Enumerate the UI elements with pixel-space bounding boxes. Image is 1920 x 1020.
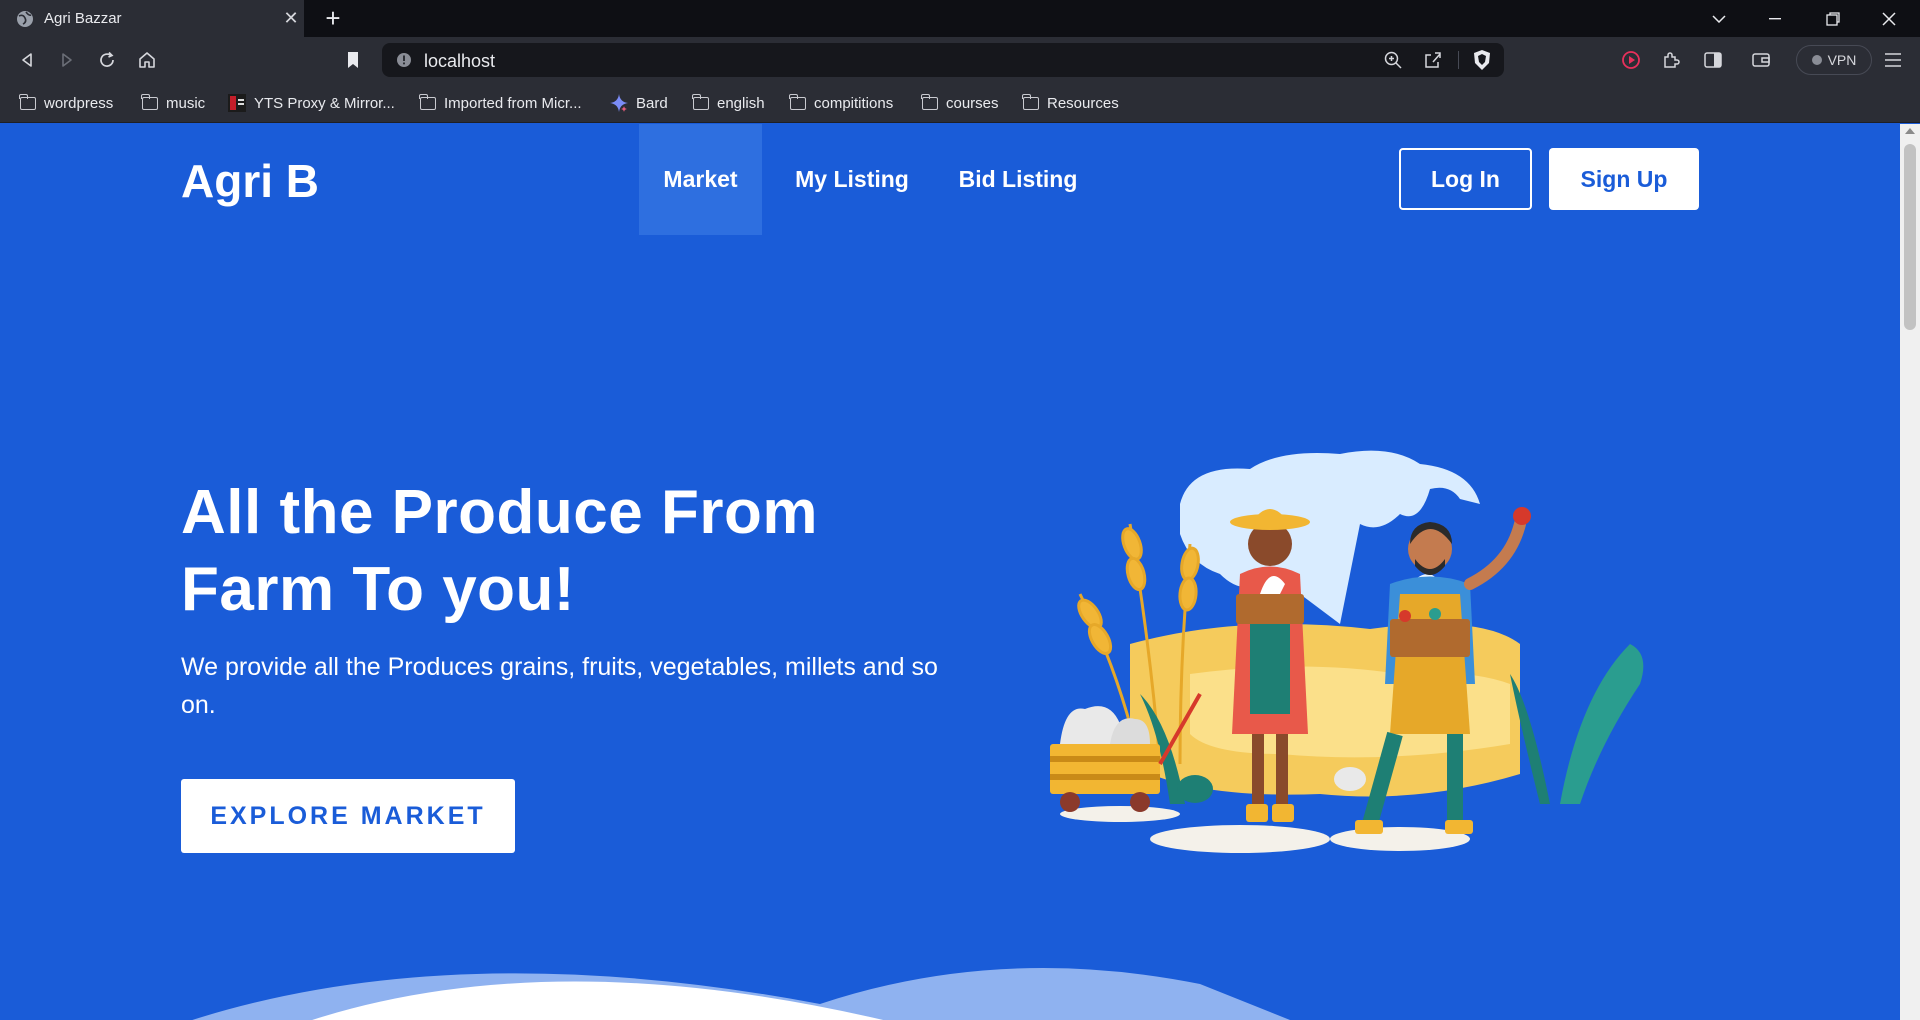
home-icon[interactable] — [134, 47, 160, 73]
farmers-illustration — [1050, 450, 1644, 853]
brave-rewards-icon[interactable] — [1618, 47, 1644, 73]
back-icon[interactable] — [14, 47, 40, 73]
bookmark-label: Resources — [1047, 94, 1119, 112]
bookmark-imported[interactable]: Imported from Micr... — [419, 92, 582, 114]
tab-title: Agri Bazzar — [44, 10, 122, 27]
bookmark-icon[interactable] — [340, 47, 366, 73]
bard-sparkle-icon — [610, 94, 628, 112]
zoom-icon[interactable] — [1384, 51, 1402, 69]
nav-bid-listing[interactable]: Bid Listing — [948, 124, 1088, 235]
explore-market-button[interactable]: EXPLORE MARKET — [181, 779, 515, 853]
browser-tab-strip: Agri Bazzar ✕ + — [0, 0, 1920, 37]
bookmark-music[interactable]: music — [141, 92, 206, 114]
vpn-button[interactable]: VPN — [1796, 45, 1872, 75]
browser-toolbar: localhost VPN — [0, 37, 1920, 83]
bookmark-label: music — [166, 94, 206, 112]
sidebar-icon[interactable] — [1700, 47, 1726, 73]
new-tab-button[interactable]: + — [320, 5, 346, 31]
folder-icon — [419, 93, 436, 110]
wallet-icon[interactable] — [1748, 47, 1774, 73]
bookmark-compititions[interactable]: compititions — [789, 92, 894, 114]
vertical-scrollbar[interactable] — [1900, 124, 1920, 1020]
page-viewport: Agri B Market My Listing Bid Listing Log… — [0, 124, 1900, 1020]
site-logo[interactable]: Agri B — [181, 154, 319, 208]
close-tab-icon[interactable]: ✕ — [282, 8, 300, 28]
bookmark-label: Imported from Micr... — [444, 94, 582, 112]
bookmark-label: courses — [946, 94, 999, 112]
nav-my-listing[interactable]: My Listing — [782, 124, 922, 235]
bookmarks-bar: wordpress music YTS Proxy & Mirror... Im… — [0, 83, 1920, 123]
folder-icon — [692, 93, 709, 110]
folder-icon — [1022, 93, 1039, 110]
forward-icon[interactable] — [54, 47, 80, 73]
folder-icon — [141, 93, 158, 110]
minimize-button[interactable] — [1752, 0, 1798, 37]
reload-icon[interactable] — [94, 47, 120, 73]
bookmark-label: YTS Proxy & Mirror... — [254, 94, 395, 112]
bookmark-label: english — [717, 94, 765, 112]
menu-icon[interactable] — [1880, 47, 1906, 73]
scrollbar-thumb[interactable] — [1904, 144, 1916, 330]
bookmark-courses[interactable]: courses — [921, 92, 999, 114]
site-info-icon[interactable] — [396, 52, 412, 68]
share-icon[interactable] — [1424, 51, 1442, 69]
close-window-button[interactable] — [1866, 0, 1912, 37]
nav-market[interactable]: Market — [639, 124, 762, 235]
hero-title-line2: Farm To you! — [181, 555, 576, 624]
bookmark-wordpress[interactable]: wordpress — [19, 92, 114, 114]
bookmark-resources[interactable]: Resources — [1022, 92, 1119, 114]
login-button[interactable]: Log In — [1399, 148, 1532, 210]
folder-icon — [19, 93, 36, 110]
globe-icon — [17, 11, 33, 27]
vpn-label: VPN — [1827, 52, 1857, 68]
url-text: localhost — [424, 51, 496, 71]
restore-button[interactable] — [1810, 0, 1856, 37]
bookmark-english[interactable]: english — [692, 92, 765, 114]
yts-favicon-icon — [228, 94, 246, 112]
folder-icon — [921, 93, 938, 110]
hero-title: All the Produce From Farm To you! — [181, 474, 941, 628]
scroll-up-icon[interactable] — [1905, 128, 1915, 134]
hero-subtitle: We provide all the Produces grains, frui… — [181, 653, 938, 719]
browser-tab[interactable]: Agri Bazzar ✕ — [0, 0, 304, 37]
bookmark-bard[interactable]: Bard — [610, 92, 668, 114]
extensions-icon[interactable] — [1658, 47, 1684, 73]
tab-search-chevron-icon[interactable] — [1696, 0, 1742, 37]
bottom-wave-decoration — [192, 968, 1290, 1020]
address-bar[interactable]: localhost — [382, 43, 1504, 77]
folder-icon — [789, 93, 806, 110]
bookmark-label: compititions — [814, 94, 894, 112]
bookmark-yts[interactable]: YTS Proxy & Mirror... — [228, 92, 395, 114]
signup-button[interactable]: Sign Up — [1549, 148, 1699, 210]
brave-shields-icon[interactable] — [1472, 49, 1492, 71]
bookmark-label: wordpress — [44, 94, 114, 112]
vpn-status-icon — [1811, 55, 1822, 65]
bookmark-label: Bard — [636, 94, 668, 112]
hero-title-line1: All the Produce From — [181, 478, 818, 547]
